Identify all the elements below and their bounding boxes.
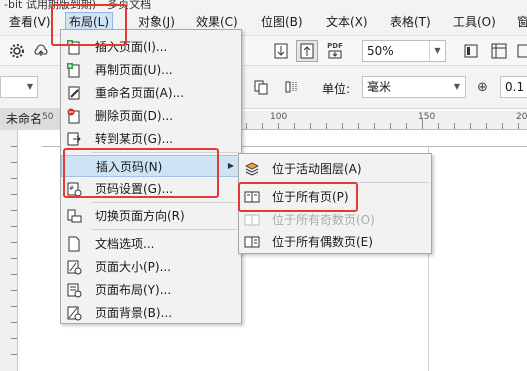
- menu-item-label: 再制页面(U)...: [95, 63, 173, 77]
- submenu-item-label: 位于所有奇数页(O): [272, 213, 375, 227]
- chevron-down-icon[interactable]: ▼: [449, 77, 465, 97]
- submenu-item-even-pages[interactable]: 位于所有偶数页(E): [239, 231, 431, 253]
- menu-item-duplicate-page[interactable]: 再制页面(U)...: [61, 59, 241, 81]
- menu-text[interactable]: 文本(X): [323, 14, 371, 31]
- import-down-icon[interactable]: [270, 40, 292, 62]
- units-value: 毫米: [367, 80, 392, 94]
- annotation-box: [238, 182, 358, 212]
- all-pages-size-icon[interactable]: [250, 76, 272, 98]
- annotation-box: [51, 4, 127, 46]
- submenu-item-label: 位于活动图层(A): [272, 162, 362, 176]
- menu-table[interactable]: 表格(T): [387, 14, 434, 31]
- snap-icon[interactable]: [512, 40, 527, 62]
- cloud-upload-icon[interactable]: [30, 40, 52, 62]
- ruler-label: 150: [418, 112, 436, 122]
- menu-item-delete-page[interactable]: 删除页面(D)...: [61, 105, 241, 127]
- goto-page-icon: [66, 131, 82, 147]
- submenu-item-active-layer[interactable]: 位于活动图层(A): [239, 158, 431, 180]
- vertical-ruler[interactable]: [0, 130, 18, 371]
- zoom-value: 50%: [367, 44, 394, 58]
- annotation-box: [63, 148, 219, 198]
- menu-item-switch-orientation[interactable]: 切换页面方向(R): [61, 205, 241, 227]
- menu-item-label: 删除页面(D)...: [95, 109, 174, 123]
- menu-item-label: 页面布局(Y)...: [95, 283, 172, 297]
- menu-item-label: 页面大小(P)...: [95, 260, 172, 274]
- submenu-item-odd-pages[interactable]: 位于所有奇数页(O): [239, 209, 431, 231]
- nudge-distance-input[interactable]: 0.1 n: [500, 76, 527, 98]
- zoom-level-combo[interactable]: 50% ▼: [362, 40, 446, 62]
- page-size-combo[interactable]: ▼: [0, 76, 38, 98]
- menu-item-page-layout[interactable]: 页面布局(Y)...: [61, 279, 241, 301]
- export-up-icon[interactable]: [296, 40, 318, 62]
- units-combo[interactable]: 毫米 ▼: [362, 76, 466, 98]
- menu-item-label: 转到某页(G)...: [95, 132, 174, 146]
- ruler-label: 50: [42, 112, 54, 122]
- page-size-icon: [66, 259, 82, 275]
- delete-page-icon: [66, 108, 82, 124]
- menu-separator: [91, 202, 239, 203]
- menu-item-label: 文档选项...: [95, 237, 155, 251]
- page-layout-icon: [66, 282, 82, 298]
- layers-icon: [244, 161, 260, 177]
- menu-item-page-size[interactable]: 页面大小(P)...: [61, 256, 241, 278]
- submenu-item-label: 位于所有偶数页(E): [272, 235, 373, 249]
- submenu-arrow-icon: ▶: [227, 161, 234, 170]
- pdf-export-icon[interactable]: PDF: [324, 40, 346, 62]
- full-screen-icon[interactable]: [460, 40, 482, 62]
- nudge-distance-icon: ⊕: [477, 80, 488, 95]
- menu-item-goto-page[interactable]: 转到某页(G)...: [61, 128, 241, 150]
- duplicate-page-icon: [66, 62, 82, 78]
- ruler-toggle-icon[interactable]: [488, 40, 510, 62]
- menu-item-label: 重命名页面(A)...: [95, 86, 185, 100]
- menu-window[interactable]: 窗: [514, 14, 527, 31]
- current-page-size-icon[interactable]: [280, 76, 302, 98]
- menu-bitmap[interactable]: 位图(B): [258, 14, 306, 31]
- menu-item-page-background[interactable]: 页面背景(B)...: [61, 302, 241, 324]
- page-background-icon: [66, 305, 82, 321]
- even-pages-icon: [244, 234, 260, 250]
- menu-tools[interactable]: 工具(O): [450, 14, 499, 31]
- ruler-label: 100: [270, 112, 288, 122]
- menu-item-label: 切换页面方向(R): [95, 209, 185, 223]
- rename-page-icon: [66, 85, 82, 101]
- ruler-label: 200: [516, 112, 527, 122]
- odd-pages-icon: [244, 212, 260, 228]
- document-options-icon: [66, 236, 82, 252]
- menu-item-rename-page[interactable]: 重命名页面(A)...: [61, 82, 241, 104]
- menu-item-label: 页面背景(B)...: [95, 306, 173, 320]
- chevron-down-icon[interactable]: ▼: [429, 41, 445, 61]
- switch-orientation-icon: [66, 208, 82, 224]
- gear-icon[interactable]: [6, 40, 28, 62]
- menu-view[interactable]: 查看(V): [6, 14, 54, 31]
- menu-item-document-options[interactable]: 文档选项...: [61, 233, 241, 255]
- menu-separator: [91, 229, 239, 230]
- units-label: 单位:: [322, 82, 351, 96]
